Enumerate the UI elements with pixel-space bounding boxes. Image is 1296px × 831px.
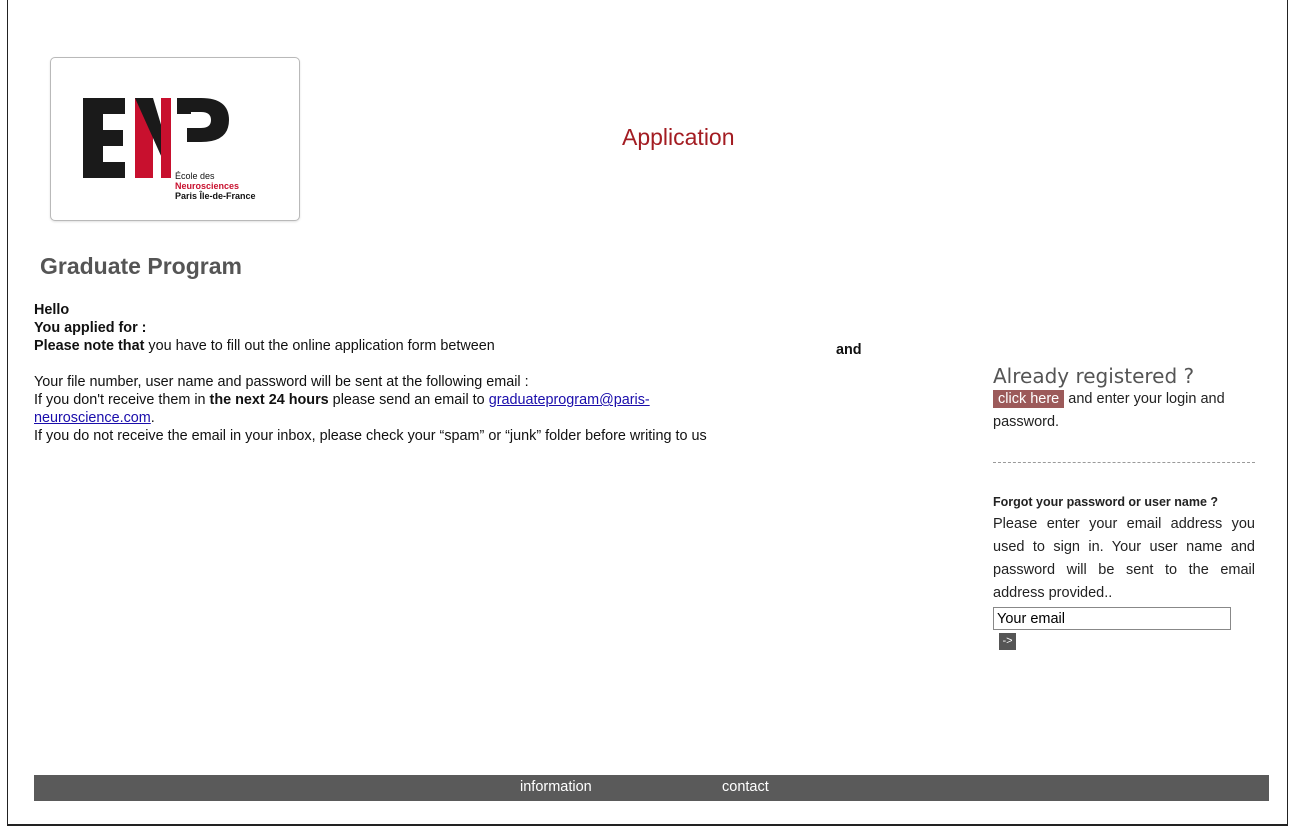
logo-text: École des Neurosciences Paris Île-de-Fra…: [175, 171, 256, 201]
no-receive-line: If you don't receive them in the next 24…: [34, 391, 894, 409]
deadline-line: Please note that you have to fill out th…: [34, 337, 894, 355]
please-note-label: Please note that: [34, 338, 145, 354]
logo-line-1: École des: [175, 171, 215, 181]
period: .: [150, 410, 155, 426]
greeting: Hello: [34, 302, 70, 318]
no-receive-prefix: If you don't receive them in: [34, 392, 210, 408]
program-title: Graduate Program: [40, 253, 242, 279]
application-info: Hello You applied for : Please note that…: [34, 301, 894, 445]
already-registered-heading: Already registered ?: [993, 364, 1195, 388]
login-sidebar: Already registered ? click here and ente…: [993, 364, 1255, 650]
click-here-button[interactable]: click here: [993, 390, 1065, 408]
email-field[interactable]: [993, 607, 1231, 630]
email-link-continued: neuroscience.com.: [34, 409, 894, 427]
applied-for-label: You applied for :: [34, 320, 147, 336]
email-link-part-1[interactable]: graduateprogram@paris-: [489, 392, 650, 408]
no-receive-mid: please send an email to: [328, 392, 489, 408]
footer-link-information[interactable]: information: [520, 779, 592, 795]
and-word: and: [836, 342, 862, 358]
file-number-text: Your file number, user name and password…: [34, 374, 529, 390]
logo-line-2: Neurosciences: [175, 181, 240, 191]
logo-line-3: Paris Île-de-France: [175, 191, 256, 201]
login-instructions: click here and enter your login and pass…: [993, 388, 1255, 434]
next-24-hours: the next 24 hours: [209, 392, 329, 408]
forgot-password-text: Please enter your email address you used…: [993, 516, 1255, 601]
footer-bar: information contact: [34, 775, 1269, 801]
divider: [993, 462, 1255, 463]
contact-email-link-2[interactable]: neuroscience.com: [34, 410, 151, 426]
footer-link-contact[interactable]: contact: [722, 779, 769, 795]
fill-out-text: you have to fill out the online applicat…: [144, 338, 495, 354]
page-title: Application: [622, 124, 735, 150]
contact-email-link[interactable]: graduateprogram@paris-: [489, 392, 650, 408]
logo[interactable]: École des Neurosciences Paris Île-de-Fra…: [50, 57, 300, 221]
spam-notice: If you do not receive the email in your …: [34, 428, 707, 444]
submit-email-button[interactable]: ->: [999, 633, 1016, 650]
email-link-part-2[interactable]: neuroscience.com: [34, 410, 151, 426]
forgot-password-heading: Forgot your password or user name ?: [993, 495, 1219, 509]
